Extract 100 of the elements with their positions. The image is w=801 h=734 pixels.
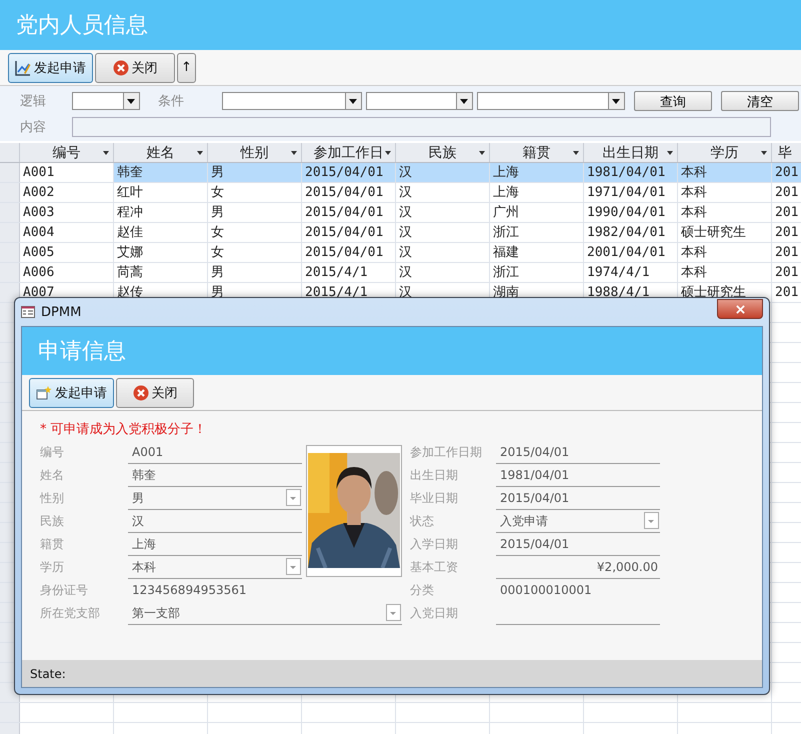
- column-header[interactable]: 籍贯: [490, 143, 584, 162]
- close-icon: [112, 60, 128, 76]
- column-header[interactable]: 编号: [20, 143, 114, 162]
- condition-label: 条件: [158, 93, 185, 110]
- caret-icon: [345, 93, 361, 109]
- table-cell: 硕士研究生: [678, 223, 772, 242]
- logic-dropdown[interactable]: [72, 92, 140, 110]
- logic-label: 逻辑: [20, 93, 47, 110]
- toolbar-button[interactable]: 关闭: [116, 378, 194, 408]
- value-dropdown[interactable]: [477, 92, 625, 110]
- table-cell: 本科: [678, 183, 772, 202]
- table-cell: 本科: [678, 263, 772, 282]
- field-label: 基本工资: [410, 559, 459, 576]
- caret-icon: [386, 604, 401, 621]
- table-cell: 苘蒿: [114, 263, 208, 282]
- table-cell: 201: [772, 283, 801, 302]
- table-cell: 本科: [678, 203, 772, 222]
- table-cell: 浙江: [490, 263, 584, 282]
- table-cell: 女: [208, 183, 302, 202]
- filter-button[interactable]: 清空: [721, 91, 799, 111]
- field-label: 分类: [410, 582, 435, 599]
- field-label: 编号: [40, 444, 65, 461]
- form-field[interactable]: 1981/04/01: [496, 464, 660, 487]
- form-field[interactable]: 男: [128, 487, 302, 510]
- table-cell: 红叶: [114, 183, 208, 202]
- form-field[interactable]: 2015/04/01: [496, 441, 660, 464]
- table-cell: 男: [208, 263, 302, 282]
- column-header[interactable]: 姓名: [114, 143, 208, 162]
- column-header[interactable]: 学历: [678, 143, 772, 162]
- field-label: 身份证号: [40, 582, 89, 599]
- close-icon: [132, 384, 148, 400]
- field-label: 参加工作日期: [410, 444, 483, 461]
- table-cell: 201: [772, 243, 801, 262]
- table-cell: 女: [208, 223, 302, 242]
- table-cell: 艾娜: [114, 243, 208, 262]
- caret-icon: [644, 512, 659, 529]
- table-cell: A006: [20, 263, 114, 282]
- caret-icon: [286, 558, 301, 575]
- form-title: 申请信息: [38, 338, 126, 366]
- chart-icon: [15, 60, 31, 76]
- table-cell: 2001/04/01: [584, 243, 678, 262]
- table-cell: 广州: [490, 203, 584, 222]
- close-button[interactable]: [717, 299, 763, 319]
- form-field[interactable]: 入党申请: [496, 510, 660, 533]
- field-label: 性别: [40, 490, 65, 507]
- toolbar-button[interactable]: 发起申请: [8, 52, 93, 82]
- table-cell: 男: [208, 203, 302, 222]
- column-header[interactable]: 参加工作日: [302, 143, 396, 162]
- field-label: 入学日期: [410, 536, 459, 553]
- form-field[interactable]: 本科: [128, 556, 302, 579]
- table-cell: 程冲: [114, 203, 208, 222]
- form-field[interactable]: 汉: [128, 510, 302, 533]
- form-field[interactable]: A001: [128, 441, 302, 464]
- column-header[interactable]: 出生日期: [584, 143, 678, 162]
- caret-icon: [286, 489, 301, 506]
- toolbar-button[interactable]: 发起申请: [29, 378, 114, 408]
- field-label: 籍贯: [40, 536, 65, 553]
- field-label: 姓名: [40, 467, 65, 484]
- column-header[interactable]: 民族: [396, 143, 490, 162]
- table-cell: 201: [772, 263, 801, 282]
- table-cell: 男: [208, 163, 302, 182]
- field-label: 入党日期: [410, 605, 459, 622]
- table-cell: 2015/04/01: [302, 243, 396, 262]
- form-field: 123456894953561: [128, 579, 302, 602]
- content-field[interactable]: [72, 117, 771, 137]
- caret-icon: [456, 93, 472, 109]
- form-field[interactable]: 2015/04/01: [496, 533, 660, 556]
- toolbar-button[interactable]: 关闭: [95, 52, 175, 82]
- field-label: 毕业日期: [410, 490, 459, 507]
- table-cell: 上海: [490, 163, 584, 182]
- table-cell: 福建: [490, 243, 584, 262]
- close-icon: [736, 304, 744, 314]
- condition-dropdown[interactable]: [222, 92, 362, 110]
- table-cell: A005: [20, 243, 114, 262]
- page-title: 党内人员信息: [16, 12, 148, 40]
- table-cell: 上海: [490, 183, 584, 202]
- toolbar-button[interactable]: ↑: [177, 52, 196, 82]
- table-cell: 1982/04/01: [584, 223, 678, 242]
- table-cell: 1990/04/01: [584, 203, 678, 222]
- form-field[interactable]: 韩奎: [128, 464, 302, 487]
- table-cell: 汉: [396, 163, 490, 182]
- table-cell: 2015/04/01: [302, 223, 396, 242]
- filter-button[interactable]: 查询: [634, 91, 712, 111]
- form-field[interactable]: 第一支部: [128, 602, 402, 625]
- table-cell: 女: [208, 243, 302, 262]
- operator-dropdown[interactable]: [366, 92, 473, 110]
- table-cell: A001: [20, 163, 114, 182]
- table-cell: 201: [772, 223, 801, 242]
- table-cell: 201: [772, 203, 801, 222]
- form-field[interactable]: ¥2,000.00: [496, 556, 660, 579]
- column-header[interactable]: 性别: [208, 143, 302, 162]
- table-cell: A003: [20, 203, 114, 222]
- form-field[interactable]: 2015/04/01: [496, 487, 660, 510]
- window-title: DPMM: [41, 304, 82, 320]
- form-field[interactable]: 上海: [128, 533, 302, 556]
- column-header[interactable]: 毕: [772, 143, 801, 162]
- field-label: 状态: [410, 513, 435, 530]
- table-cell: 浙江: [490, 223, 584, 242]
- table-cell: 汉: [396, 183, 490, 202]
- form-icon: [21, 306, 35, 318]
